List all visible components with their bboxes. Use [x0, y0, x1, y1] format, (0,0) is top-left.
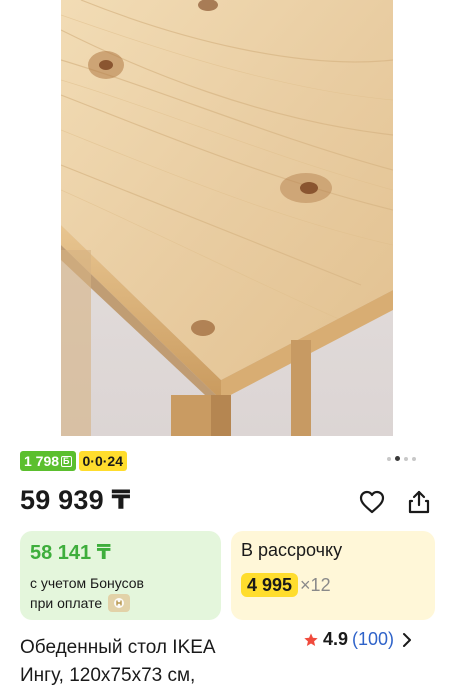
product-gallery[interactable]: [0, 0, 454, 440]
gallery-dot: [404, 456, 408, 461]
gallery-dot: [412, 456, 416, 461]
rating-score: 4.9: [323, 629, 349, 649]
review-count: (100): [352, 629, 395, 649]
favorite-button[interactable]: [357, 487, 387, 517]
product-photo[interactable]: [61, 0, 393, 436]
bonus-badge: 1 798 Б: [20, 451, 76, 471]
gallery-dot: [387, 456, 391, 461]
installment-amount: 4 995: [241, 573, 299, 597]
bonus-note-line2-row: при оплате: [30, 593, 211, 613]
bonus-amount: 1 798: [24, 453, 60, 469]
heart-icon: [359, 490, 385, 514]
product-title-line2: Ингу, 120x75x73 см,: [20, 665, 196, 686]
share-button[interactable]: [404, 487, 434, 517]
installment-title: В рассрочку: [241, 540, 343, 560]
gallery-pagination: [387, 456, 416, 461]
installment-row: 4 995 ×12: [241, 573, 425, 597]
installment-card[interactable]: В рассрочку 4 995 ×12: [231, 531, 435, 620]
bonus-price: 58 141 ₸: [30, 542, 111, 564]
star-icon: [304, 632, 318, 646]
promo-badges: 1 798 Б 0·0·24: [20, 451, 127, 471]
share-icon: [408, 490, 430, 514]
product-title: Обеденный стол IKEA Ингу, 120x75x73 см,: [20, 634, 280, 690]
product-title-line1: Обеденный стол IKEA: [20, 637, 216, 658]
installment-badge: 0·0·24: [78, 451, 127, 471]
installment-multiplier: ×12: [300, 574, 331, 595]
rating-link[interactable]: 4.9 (100): [303, 629, 412, 650]
bonus-note-line1: с учетом Бонусов: [30, 575, 144, 591]
bonus-currency-icon: Б: [61, 455, 72, 467]
payment-card-icon: [108, 594, 131, 612]
product-price: 59 939 ₸: [20, 485, 131, 515]
bonus-note-line2: при оплате: [30, 595, 103, 611]
gallery-dot-active: [395, 456, 400, 461]
chevron-right-icon: [403, 632, 412, 647]
bonus-note: с учетом Бонусов при оплате: [30, 573, 211, 613]
bonus-price-card[interactable]: 58 141 ₸ с учетом Бонусов при оплате: [20, 531, 221, 620]
